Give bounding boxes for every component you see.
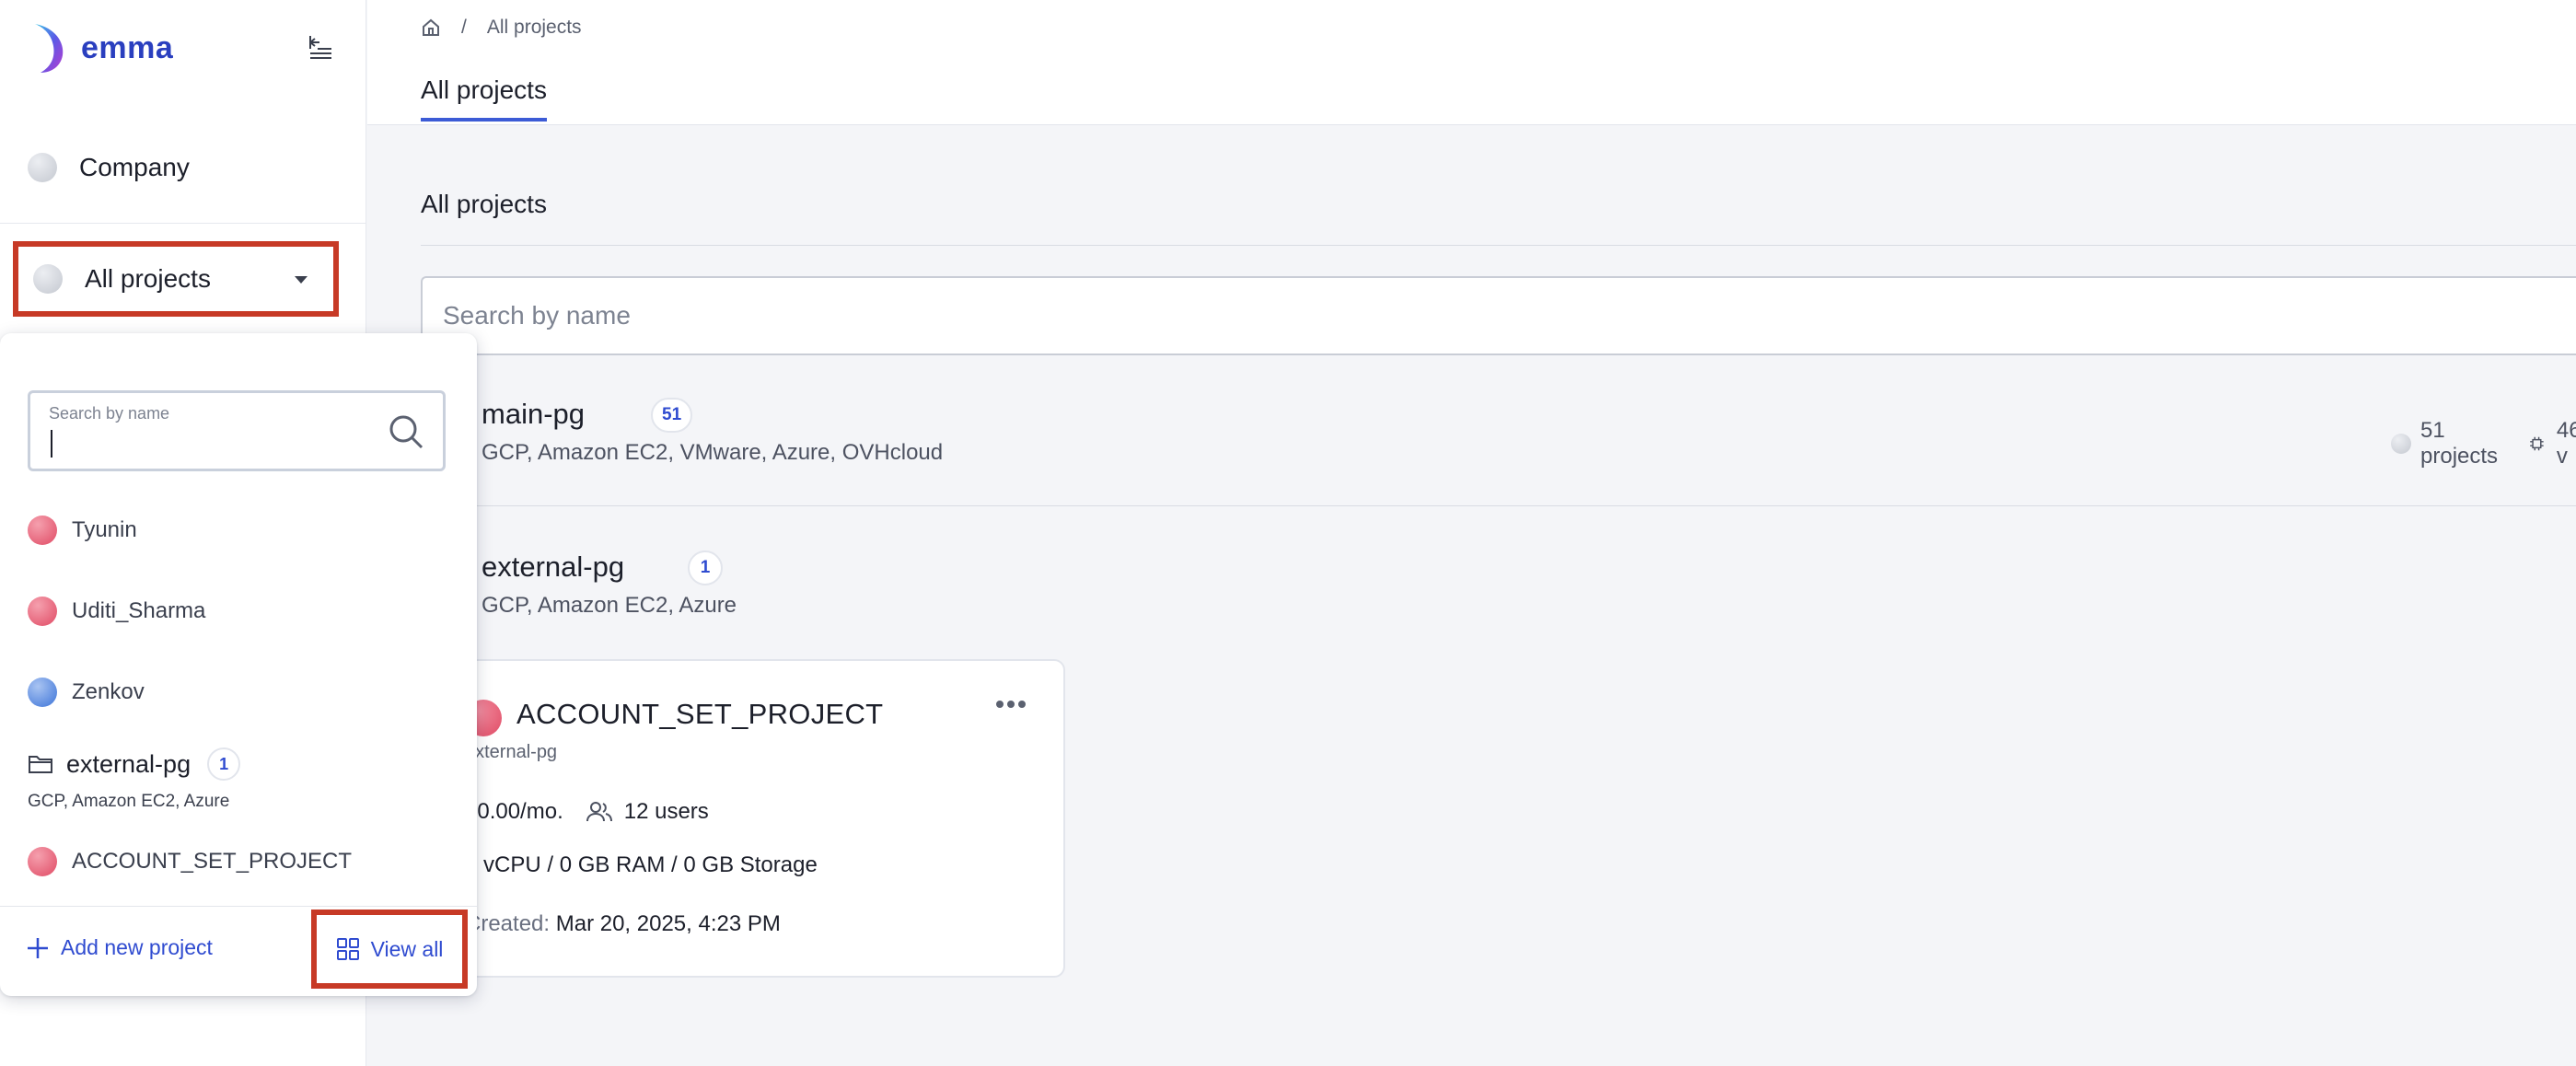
projects-avatar <box>33 264 63 294</box>
group-row-external-pg[interactable]: external-pg 1 GCP, Amazon EC2, Azure <box>421 539 2576 631</box>
project-users: 12 users <box>586 799 709 825</box>
group-name: main-pg <box>482 398 585 430</box>
dropdown-item-tyunin[interactable]: Tyunin <box>28 516 137 545</box>
group-name: external-pg <box>482 550 625 583</box>
dropdown-search-input[interactable]: Search by name <box>28 390 446 471</box>
logo-text: emma <box>81 29 174 65</box>
group-count-badge: 51 <box>651 398 693 433</box>
dropdown-search-label: Search by name <box>49 404 170 423</box>
dropdown-group-external-pg[interactable]: external-pg 1 GCP, Amazon EC2, Azure <box>28 747 241 812</box>
group-providers: GCP, Amazon EC2, Azure <box>482 593 737 618</box>
cpu-count: 46 v <box>2556 418 2576 469</box>
company-row[interactable]: Company <box>28 153 190 182</box>
company-avatar <box>28 153 57 182</box>
add-new-project-label: Add new project <box>61 935 213 959</box>
dropdown-group-providers: GCP, Amazon EC2, Azure <box>28 792 230 811</box>
topbar: / All projects All projects <box>367 0 2576 125</box>
logo[interactable]: emma <box>28 22 173 74</box>
project-avatar <box>28 597 57 626</box>
group-count-badge: 1 <box>688 550 723 585</box>
project-users-label: 12 users <box>623 799 709 824</box>
view-all-label: View all <box>370 936 444 961</box>
dropdown-item-label: Tyunin <box>72 517 137 542</box>
breadcrumb: / All projects <box>421 17 582 39</box>
project-resources-label: 0 vCPU / 0 GB RAM / 0 GB Storage <box>465 852 818 877</box>
dropdown-group-name: external-pg <box>66 749 191 778</box>
project-avatar <box>28 516 57 545</box>
project-group: external-pg <box>465 742 558 762</box>
emma-logo-icon <box>35 24 64 73</box>
projects-dropdown: Search by name Tyunin Uditi_Sharma Zenko… <box>0 333 477 996</box>
more-options-icon[interactable] <box>995 700 1027 709</box>
add-new-project-button[interactable]: Add new project <box>26 935 213 960</box>
tab-all-projects[interactable]: All projects <box>421 75 547 122</box>
cpu-icon <box>2530 436 2544 451</box>
project-created: Created: Mar 20, 2025, 4:23 PM <box>465 911 781 937</box>
caret-down-icon <box>295 276 307 284</box>
created-label: Created: <box>465 911 551 936</box>
projects-count: 51 projects <box>2420 418 2499 469</box>
text-cursor <box>51 430 52 458</box>
main-content: / All projects All projects All projects… <box>367 0 2576 1066</box>
projects-selector-label: All projects <box>85 264 211 293</box>
dropdown-footer-divider <box>0 906 477 907</box>
view-all-button[interactable]: View all <box>311 910 468 989</box>
project-cost: €0.00/mo. <box>465 799 563 824</box>
project-avatar <box>28 678 57 707</box>
dropdown-group-count-badge: 1 <box>207 747 241 781</box>
project-avatar <box>28 847 57 876</box>
group-providers: GCP, Amazon EC2, VMware, Azure, OVHcloud <box>482 440 944 465</box>
dropdown-item-zenkov[interactable]: Zenkov <box>28 678 145 707</box>
dropdown-item-label: ACCOUNT_SET_PROJECT <box>72 849 353 874</box>
company-label: Company <box>79 153 190 181</box>
search-placeholder: Search by name <box>443 301 631 330</box>
dropdown-group-header: external-pg 1 <box>28 747 241 781</box>
section-divider <box>421 245 2576 246</box>
section-title: All projects <box>421 190 547 218</box>
grid-icon <box>336 938 359 960</box>
sidebar-divider <box>0 223 366 224</box>
collapse-sidebar-button[interactable] <box>304 31 337 64</box>
plus-icon <box>28 937 48 958</box>
created-value: Mar 20, 2025, 4:23 PM <box>555 911 781 936</box>
search-input[interactable]: Search by name <box>421 276 2576 355</box>
projects-count-icon <box>2391 434 2411 454</box>
breadcrumb-current: All projects <box>486 17 582 38</box>
dropdown-item-uditi-sharma[interactable]: Uditi_Sharma <box>28 597 205 626</box>
group-meta: 51 projects 46 v <box>2391 418 2576 469</box>
breadcrumb-separator: / <box>461 17 467 38</box>
project-card[interactable]: ACCOUNT_SET_PROJECT external-pg €0.00/mo… <box>421 659 1065 978</box>
projects-selector[interactable]: All projects <box>13 241 339 317</box>
project-resources: 0 vCPU / 0 GB RAM / 0 GB Storage <box>465 852 818 878</box>
dropdown-item-account-set-project[interactable]: ACCOUNT_SET_PROJECT <box>28 847 352 876</box>
collapse-menu-icon <box>309 36 331 59</box>
project-stats: €0.00/mo. 12 users <box>465 799 709 825</box>
group-row-main-pg[interactable]: main-pg 51 GCP, Amazon EC2, VMware, Azur… <box>421 376 2576 506</box>
users-icon <box>586 802 612 822</box>
project-title: ACCOUNT_SET_PROJECT <box>516 698 884 730</box>
home-icon[interactable] <box>421 17 441 38</box>
search-icon[interactable] <box>388 413 424 450</box>
dropdown-item-label: Zenkov <box>72 679 145 704</box>
folder-icon <box>29 756 52 773</box>
dropdown-item-label: Uditi_Sharma <box>72 598 206 623</box>
